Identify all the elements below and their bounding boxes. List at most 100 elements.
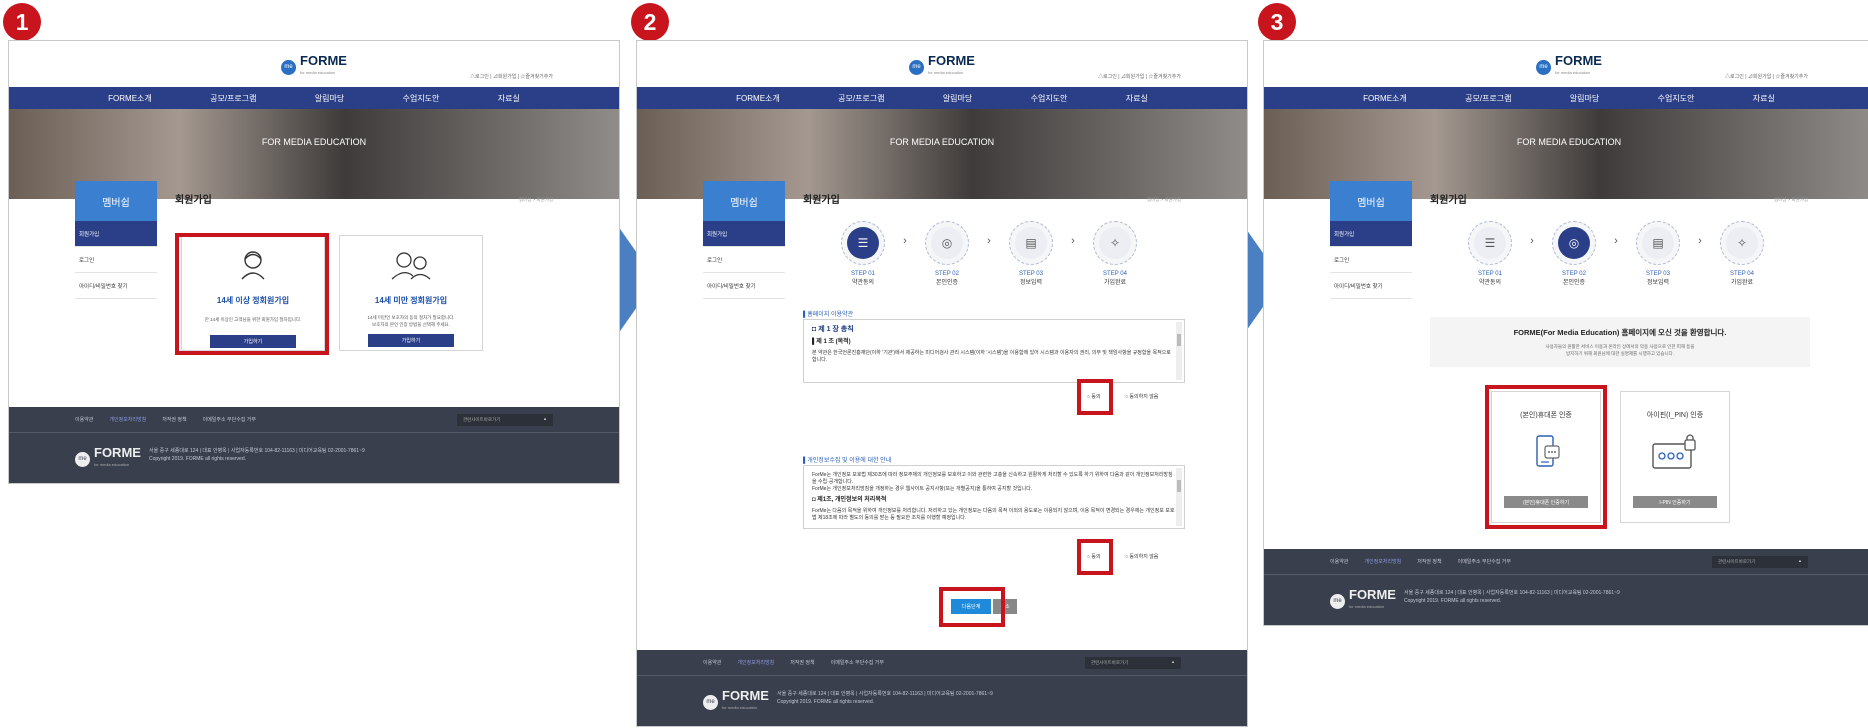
chevron-right-icon: › bbox=[903, 235, 907, 247]
utility-links[interactable]: △로그인 | ⊿회원가입 | ☆즐겨찾기추가 bbox=[1725, 73, 1808, 80]
main-nav: FORME소개 공모/프로그램 알림마당 수업지도안 자료실 bbox=[1264, 87, 1868, 109]
footer-link-email[interactable]: 이메일주소 무단수집 거부 bbox=[1458, 558, 1511, 565]
footer-link-terms[interactable]: 이용약관 bbox=[1330, 558, 1348, 565]
sidebar-item-signup[interactable]: 회원가입 bbox=[703, 221, 785, 247]
site-header: me FORME for media education △로그인 | ⊿회원가입… bbox=[1264, 41, 1868, 87]
privacy-body-1: ForMe는 개인정보 보호법 제30조에 따라 정보주체의 개인정보를 보호하… bbox=[812, 472, 1173, 485]
welcome-title: FORME(For Media Education) 홈페이지에 오신 것을 환… bbox=[1513, 328, 1727, 337]
footer-link-privacy[interactable]: 개인정보처리방침 bbox=[109, 416, 146, 423]
parent-child-icon bbox=[391, 252, 431, 280]
terms-textbox[interactable]: ◘ 제 1 장 총칙 ▌제 1 조 (목적) 본 약관은 한국언론진흥재단(이하… bbox=[803, 319, 1185, 383]
hero-text: FOR MEDIA EDUCATION bbox=[1516, 137, 1622, 147]
family-site-select[interactable]: 관련사이트바로가기 bbox=[457, 414, 553, 426]
ipin-verify-button[interactable]: I-PIN 인증하기 bbox=[1633, 496, 1717, 508]
main-nav: FORME소개 공모/프로그램 알림마당 수업지도안 자료실 bbox=[9, 87, 619, 109]
ipin-lock-icon bbox=[1652, 434, 1696, 469]
verify-icon: ◎ bbox=[931, 227, 963, 259]
highlight-box-adult bbox=[175, 233, 329, 355]
signup-steps: ☰ STEP 01 약관동의 › ◎ STEP 02 본인인증 › ▤ STEP… bbox=[1462, 221, 1770, 286]
sidebar-title: 멤버쉽 bbox=[1330, 181, 1412, 221]
nav-item-lessons[interactable]: 수업지도안 bbox=[403, 93, 440, 104]
verify-icon: ◎ bbox=[1558, 227, 1590, 259]
welcome-box: FORME(For Media Education) 홈페이지에 오신 것을 환… bbox=[1430, 317, 1810, 367]
nav-item-notice[interactable]: 알림마당 bbox=[943, 93, 972, 104]
sidebar-item-login[interactable]: 로그인 bbox=[75, 247, 157, 273]
footer-address: 서울 중구 세종대로 124 | 대표 안병옥 | 사업자등록번호 104-82… bbox=[149, 448, 365, 462]
sidebar-item-find-account[interactable]: 아이디/비밀번호 찾기 bbox=[1330, 273, 1412, 299]
nav-item-lessons[interactable]: 수업지도안 bbox=[1658, 93, 1695, 104]
form-icon: ▤ bbox=[1642, 227, 1674, 259]
family-site-select[interactable]: 관련사이트바로가기 bbox=[1712, 556, 1808, 568]
site-header: me FORME for media education △로그인 | ⊿회원가입… bbox=[9, 41, 619, 87]
footer-link-privacy[interactable]: 개인정보처리방침 bbox=[737, 659, 774, 666]
site-logo[interactable]: me FORME for media education bbox=[1536, 54, 1602, 79]
nav-item-resources[interactable]: 자료실 bbox=[498, 93, 520, 104]
nav-item-lessons[interactable]: 수업지도안 bbox=[1031, 93, 1068, 104]
highlight-box-privacy-agree bbox=[1077, 539, 1113, 575]
footer-link-privacy[interactable]: 개인정보처리방침 bbox=[1364, 558, 1401, 565]
sidebar-title: 멤버쉽 bbox=[75, 181, 157, 221]
terms-scrollbar[interactable] bbox=[1176, 322, 1182, 380]
sidebar-item-login[interactable]: 로그인 bbox=[1330, 247, 1412, 273]
sidebar-item-find-account[interactable]: 아이디/비밀번호 찾기 bbox=[75, 273, 157, 299]
footer-logo: me FORME for media education bbox=[75, 446, 141, 471]
sidebar-item-signup[interactable]: 회원가입 bbox=[1330, 221, 1412, 247]
welcome-desc-2: 방지하기 위해 회원님에 대한 실명제를 시행하고 있습니다. bbox=[1565, 351, 1675, 356]
panel-terms-agreement: me FORME for media education △로그인 | ⊿회원가입… bbox=[636, 40, 1248, 727]
step-terms: ☰ STEP 01 약관동의 bbox=[835, 221, 891, 286]
highlight-box-next bbox=[939, 587, 1005, 627]
privacy-disagree-radio[interactable]: ○ 동의하지 않음 bbox=[1125, 553, 1158, 560]
footer-link-copyright[interactable]: 저작권 정책 bbox=[790, 659, 814, 666]
minor-signup-button[interactable]: 가입하기 bbox=[368, 334, 454, 347]
step-complete: ✧ STEP 04 가입완료 bbox=[1714, 221, 1770, 286]
nav-item-notice[interactable]: 알림마당 bbox=[315, 93, 344, 104]
privacy-body-3: ForMe는 다음의 목적을 위하여 개인정보를 처리합니다. 처리하고 있는 … bbox=[812, 508, 1175, 521]
sidebar-item-signup[interactable]: 회원가입 bbox=[75, 221, 157, 247]
main-nav: FORME소개 공모/프로그램 알림마당 수업지도안 자료실 bbox=[637, 87, 1247, 109]
breadcrumb: 멤버십 > 회원가입 bbox=[1773, 197, 1808, 202]
privacy-scrollbar[interactable] bbox=[1176, 468, 1182, 526]
form-icon: ▤ bbox=[1015, 227, 1047, 259]
panel-identity-verification: me FORME for media education △로그인 | ⊿회원가입… bbox=[1263, 40, 1868, 626]
site-logo[interactable]: me FORME for media education bbox=[281, 54, 347, 79]
nav-item-programs[interactable]: 공모/프로그램 bbox=[210, 93, 256, 104]
sidebar: 멤버쉽 회원가입 로그인 아이디/비밀번호 찾기 bbox=[1330, 181, 1412, 299]
utility-links[interactable]: △로그인 | ⊿회원가입 | ☆즐겨찾기추가 bbox=[1098, 73, 1181, 80]
step-complete: ✧ STEP 04 가입완료 bbox=[1087, 221, 1143, 286]
nav-item-programs[interactable]: 공모/프로그램 bbox=[838, 93, 884, 104]
tutorial-canvas: 1 2 3 me FORME for media education △로그인 |… bbox=[0, 0, 1868, 728]
complete-icon: ✧ bbox=[1099, 227, 1131, 259]
utility-links[interactable]: △로그인 | ⊿회원가입 | ☆즐겨찾기추가 bbox=[470, 73, 553, 80]
chevron-right-icon: › bbox=[1614, 235, 1618, 247]
highlight-box-terms-agree bbox=[1077, 379, 1113, 415]
footer-address: 서울 중구 세종대로 124 | 대표 안병옥 | 사업자등록번호 104-82… bbox=[1404, 590, 1620, 604]
nav-item-about[interactable]: FORME소개 bbox=[1363, 93, 1407, 104]
footer-link-terms[interactable]: 이용약관 bbox=[703, 659, 721, 666]
footer-link-email[interactable]: 이메일주소 무단수집 거부 bbox=[203, 416, 256, 423]
sidebar-item-login[interactable]: 로그인 bbox=[703, 247, 785, 273]
nav-item-resources[interactable]: 자료실 bbox=[1753, 93, 1775, 104]
footer-link-email[interactable]: 이메일주소 무단수집 거부 bbox=[831, 659, 884, 666]
nav-item-resources[interactable]: 자료실 bbox=[1126, 93, 1148, 104]
step-info: ▤ STEP 03 정보입력 bbox=[1003, 221, 1059, 286]
sidebar-item-find-account[interactable]: 아이디/비밀번호 찾기 bbox=[703, 273, 785, 299]
site-logo[interactable]: me FORME for media education bbox=[909, 54, 975, 79]
page-title: 회원가입 bbox=[175, 195, 212, 206]
footer-link-terms[interactable]: 이용약관 bbox=[75, 416, 93, 423]
logo-icon: me bbox=[75, 451, 90, 467]
footer-link-copyright[interactable]: 저작권 정책 bbox=[162, 416, 186, 423]
family-site-select[interactable]: 관련사이트바로가기 bbox=[1085, 657, 1181, 669]
hero-text: FOR MEDIA EDUCATION bbox=[889, 137, 995, 147]
sidebar: 멤버쉽 회원가입 로그인 아이디/비밀번호 찾기 bbox=[75, 181, 157, 299]
footer-logo: me FORME for media education bbox=[1330, 588, 1396, 613]
nav-item-notice[interactable]: 알림마당 bbox=[1570, 93, 1599, 104]
nav-item-about[interactable]: FORME소개 bbox=[108, 93, 152, 104]
step-marker-3: 3 bbox=[1258, 3, 1296, 41]
privacy-textbox[interactable]: ForMe는 개인정보 보호법 제30조에 따라 정보주체의 개인정보를 보호하… bbox=[803, 465, 1185, 529]
footer-link-copyright[interactable]: 저작권 정책 bbox=[1417, 558, 1441, 565]
terms-disagree-radio[interactable]: ○ 동의하지 않음 bbox=[1125, 393, 1158, 400]
nav-item-programs[interactable]: 공모/프로그램 bbox=[1465, 93, 1511, 104]
nav-item-about[interactable]: FORME소개 bbox=[736, 93, 780, 104]
step-verify: ◎ STEP 02 본인인증 bbox=[1546, 221, 1602, 286]
site-header: me FORME for media education △로그인 | ⊿회원가입… bbox=[637, 41, 1247, 87]
